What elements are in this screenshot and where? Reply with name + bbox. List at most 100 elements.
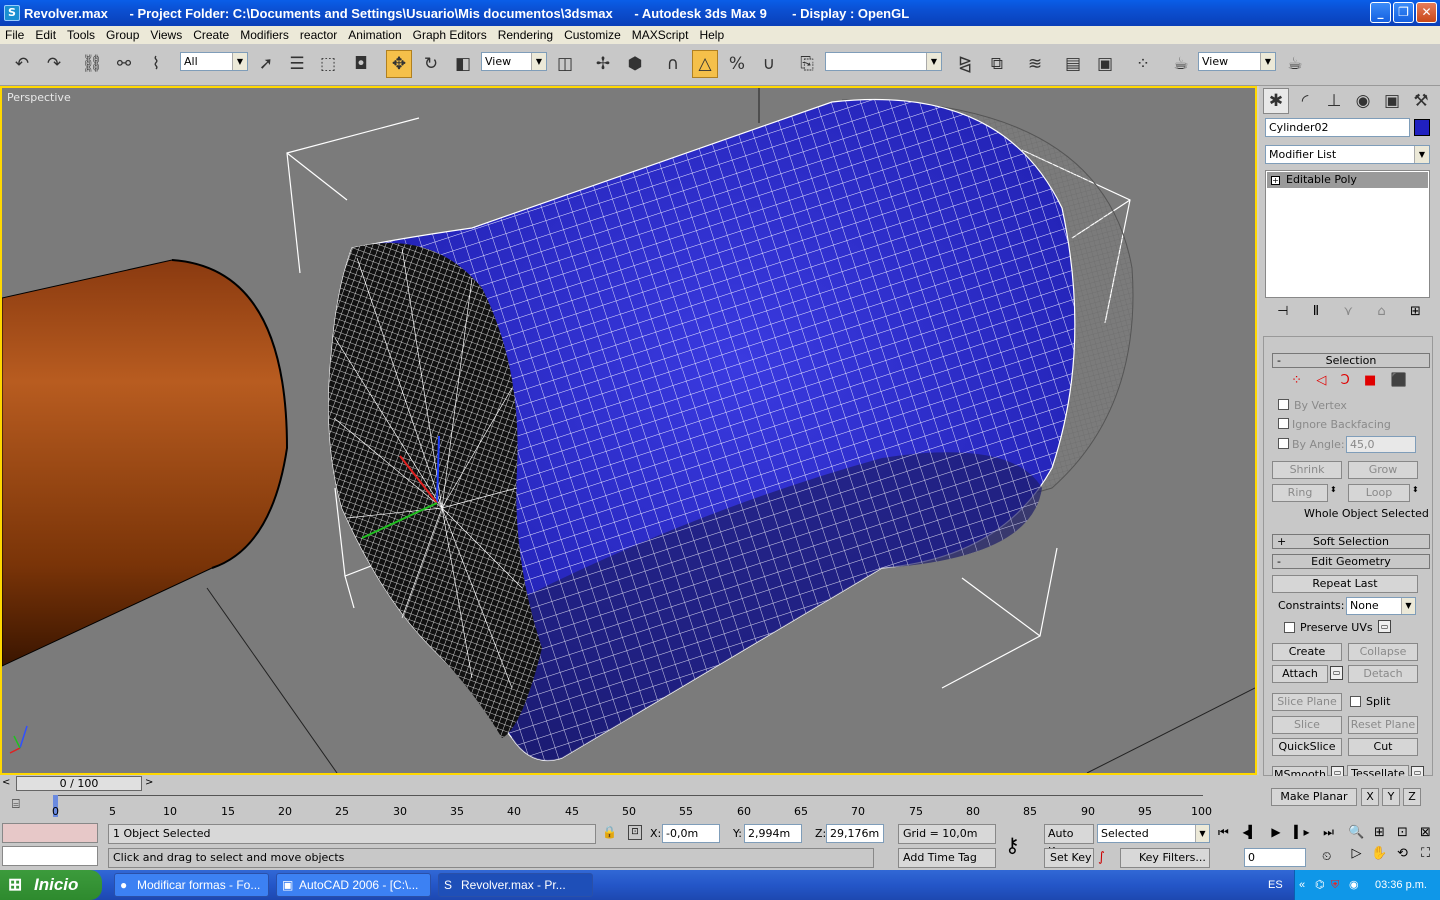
quickslice-button[interactable]: QuickSlice: [1272, 738, 1342, 756]
expand-icon[interactable]: +: [1271, 176, 1280, 185]
zoom-extents-icon[interactable]: ⊡: [1391, 825, 1414, 846]
x-coord-field[interactable]: -0,0m: [662, 824, 720, 843]
menu-rendering[interactable]: Rendering: [493, 28, 559, 42]
create-tab-icon[interactable]: ✱: [1263, 88, 1289, 114]
absolute-mode-icon[interactable]: ⊡: [628, 825, 642, 840]
slice-button[interactable]: Slice: [1272, 716, 1342, 734]
perspective-viewport[interactable]: Perspective: [0, 86, 1257, 775]
soft-selection-rollout-header[interactable]: + Soft Selection: [1272, 534, 1430, 549]
unlink-icon[interactable]: ⚯: [111, 50, 137, 78]
select-and-scale-icon[interactable]: ◧: [450, 50, 476, 78]
minimize-button[interactable]: _: [1370, 2, 1391, 23]
redo-icon[interactable]: ↷: [41, 50, 67, 78]
edit-geometry-rollout-header[interactable]: - Edit Geometry: [1272, 554, 1430, 569]
edit-named-selection-icon[interactable]: ⎘: [794, 50, 820, 78]
create-button[interactable]: Create: [1272, 643, 1342, 661]
taskbar-item-autocad[interactable]: ▣ AutoCAD 2006 - [C:\...: [276, 873, 431, 897]
taskbar-item-3dsmax[interactable]: S Revolver.max - Pr...: [438, 873, 593, 897]
menu-animation[interactable]: Animation: [343, 28, 407, 42]
lock-selection-icon[interactable]: 🔒: [602, 825, 617, 839]
field-of-view-icon[interactable]: ▷: [1345, 846, 1368, 867]
go-to-start-icon[interactable]: ⏮: [1218, 825, 1229, 843]
menu-modifiers[interactable]: Modifiers: [235, 28, 295, 42]
object-name-field[interactable]: Cylinder02: [1265, 118, 1410, 137]
track-bar[interactable]: ⌸ 0 5 10 15 20 25 30 35 40 45 50 55 60 6…: [0, 793, 1259, 821]
maxscript-listener-pink[interactable]: [2, 823, 98, 843]
key-filters-button[interactable]: Key Filters...: [1120, 848, 1210, 868]
menu-views[interactable]: Views: [145, 28, 188, 42]
selection-rollout-header[interactable]: - Selection: [1272, 353, 1430, 368]
slice-plane-button[interactable]: Slice Plane: [1272, 693, 1342, 711]
tray-expand-icon[interactable]: «: [1299, 870, 1305, 900]
cut-button[interactable]: Cut: [1348, 738, 1418, 756]
collapse-button[interactable]: Collapse: [1348, 643, 1418, 661]
next-frame-icon[interactable]: ▍▸: [1294, 825, 1309, 843]
quick-render-icon[interactable]: ☕: [1282, 50, 1308, 78]
preserve-uvs-checkbox[interactable]: [1284, 622, 1295, 633]
menu-tools[interactable]: Tools: [62, 28, 101, 42]
make-planar-button[interactable]: Make Planar: [1271, 788, 1357, 806]
bind-spacewarp-icon[interactable]: ⌇: [143, 50, 169, 78]
stack-item-editable-poly[interactable]: + Editable Poly: [1267, 172, 1428, 188]
grow-button[interactable]: Grow: [1348, 461, 1418, 479]
configure-modifier-sets-icon[interactable]: ⊞: [1410, 304, 1421, 324]
curve-editor-icon[interactable]: ▤: [1060, 50, 1086, 78]
set-key-icon[interactable]: ⚷: [1005, 833, 1020, 857]
close-button[interactable]: ✕: [1416, 2, 1437, 23]
default-in-out-tangents-icon[interactable]: ∫: [1098, 850, 1105, 865]
menu-edit[interactable]: Edit: [30, 28, 62, 42]
reset-plane-button[interactable]: Reset Plane: [1348, 716, 1418, 734]
viewport-label[interactable]: Perspective: [7, 91, 71, 104]
preserve-uvs-settings-icon[interactable]: ▭: [1378, 620, 1391, 633]
previous-frame-icon[interactable]: ◂▍: [1242, 825, 1257, 843]
by-vertex-checkbox[interactable]: [1278, 399, 1289, 410]
zoom-all-icon[interactable]: ⊞: [1368, 825, 1391, 846]
show-end-result-icon[interactable]: Ⅱ: [1313, 304, 1319, 324]
set-key-button[interactable]: Set Key: [1044, 848, 1094, 868]
utilities-tab-icon[interactable]: ⚒: [1408, 88, 1434, 114]
maximize-viewport-icon[interactable]: ⛶: [1414, 846, 1437, 867]
menu-reactor[interactable]: reactor: [295, 28, 343, 42]
add-time-tag-button[interactable]: Add Time Tag: [898, 848, 996, 868]
make-unique-icon[interactable]: ⋎: [1344, 304, 1354, 324]
make-planar-z-button[interactable]: Z: [1403, 788, 1421, 806]
rectangular-selection-icon[interactable]: ⬚: [315, 50, 341, 78]
attach-button[interactable]: Attach: [1272, 665, 1328, 683]
taskbar-item-firefox[interactable]: ● Modificar formas - Fo...: [114, 873, 269, 897]
constraints-dropdown[interactable]: None ▼: [1346, 597, 1416, 615]
make-planar-y-button[interactable]: Y: [1382, 788, 1400, 806]
zoom-extents-all-icon[interactable]: ⊠: [1414, 825, 1437, 846]
menu-group[interactable]: Group: [101, 28, 145, 42]
ignore-backfacing-checkbox[interactable]: [1278, 418, 1289, 429]
render-type-dropdown[interactable]: View ▼: [1198, 52, 1276, 71]
security-icon[interactable]: ⛨: [1331, 870, 1339, 900]
object-color-swatch[interactable]: [1414, 119, 1430, 136]
menu-graph-editors[interactable]: Graph Editors: [408, 28, 493, 42]
polygon-icon[interactable]: ■: [1364, 373, 1376, 389]
select-and-move-icon[interactable]: ✥: [386, 50, 412, 78]
display-tab-icon[interactable]: ▣: [1379, 88, 1405, 114]
language-indicator[interactable]: ES: [1268, 870, 1283, 900]
play-icon[interactable]: ▶: [1271, 825, 1280, 843]
select-and-manipulate-icon[interactable]: ✢: [590, 50, 616, 78]
pin-stack-icon[interactable]: ⊣: [1277, 304, 1288, 324]
next-frame-icon[interactable]: >: [145, 777, 153, 788]
shrink-button[interactable]: Shrink: [1272, 461, 1342, 479]
motion-tab-icon[interactable]: ◉: [1350, 88, 1376, 114]
maximize-button[interactable]: ❐: [1393, 2, 1414, 23]
previous-frame-icon[interactable]: <: [2, 777, 10, 788]
network-icon[interactable]: ⌬: [1315, 870, 1325, 900]
selection-filter-dropdown[interactable]: All ▼: [180, 52, 248, 71]
y-coord-field[interactable]: 2,994m: [744, 824, 802, 843]
angle-snap-icon[interactable]: △: [692, 50, 718, 78]
link-icon[interactable]: ⛓: [79, 50, 105, 78]
make-planar-x-button[interactable]: X: [1361, 788, 1379, 806]
ring-spinner-icon[interactable]: ⬍: [1330, 485, 1337, 494]
menu-create[interactable]: Create: [188, 28, 235, 42]
loop-button[interactable]: Loop: [1348, 484, 1410, 502]
menu-customize[interactable]: Customize: [559, 28, 627, 42]
pan-view-icon[interactable]: ✋: [1368, 846, 1391, 867]
3dsmax-app-icon[interactable]: S: [4, 5, 20, 21]
current-frame-field[interactable]: 0: [1244, 848, 1306, 867]
material-editor-icon[interactable]: ⁘: [1130, 50, 1156, 78]
